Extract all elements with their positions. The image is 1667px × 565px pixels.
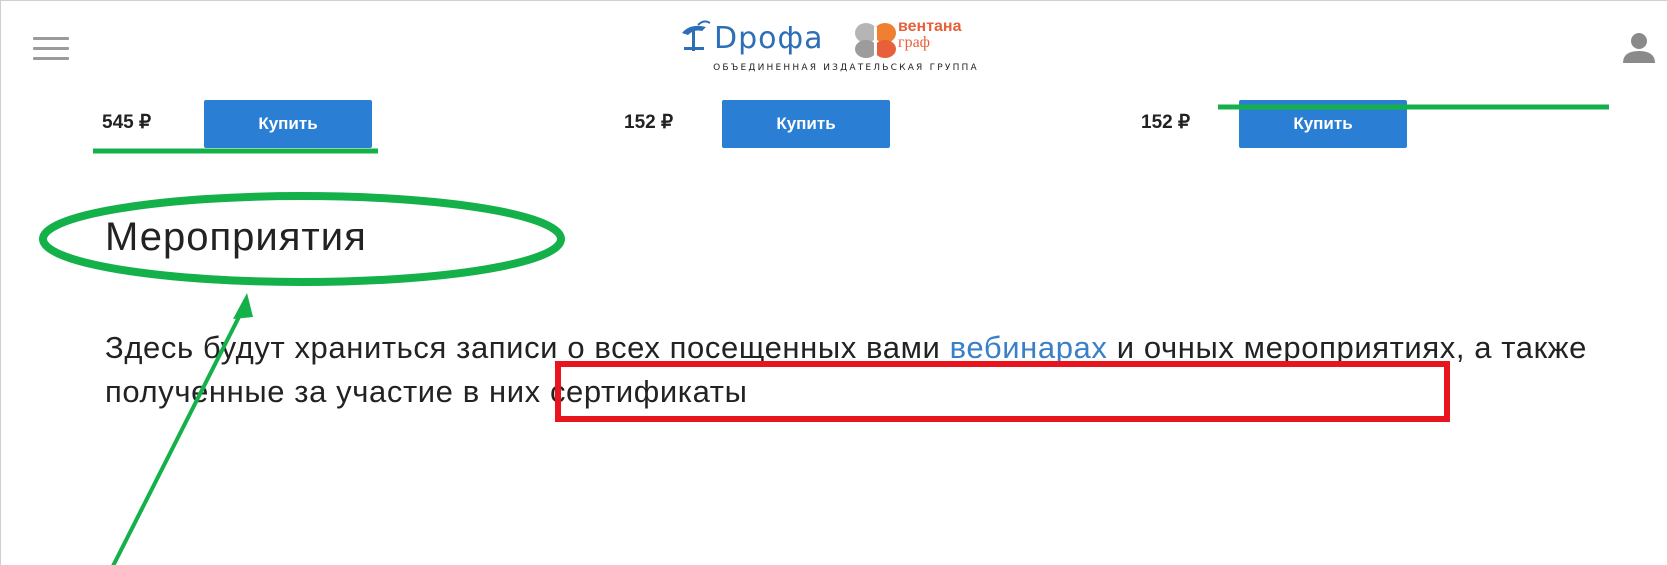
logo-subtitle: ОБЪЕДИНЕННАЯ ИЗДАТЕЛЬСКАЯ ГРУППА — [713, 63, 979, 73]
logo-brand-graf: граф — [898, 34, 931, 51]
buy-button[interactable]: Купить — [1239, 100, 1407, 148]
annotation-arrow-head — [233, 293, 253, 319]
hamburger-menu-icon[interactable] — [33, 37, 69, 63]
description-text: и очных мероприятиях, а также — [1107, 330, 1587, 365]
logo-brand-ventana: вентана — [898, 18, 962, 35]
description-text: Здесь будут храниться записи о всех посе… — [105, 330, 950, 365]
events-description: Здесь будут храниться записи о всех посе… — [105, 326, 1645, 414]
page-title: Мероприятия — [105, 215, 367, 259]
drofa-bird-icon — [682, 20, 711, 51]
product-price: 152 ₽ — [624, 112, 674, 133]
publisher-logo[interactable]: Dpoфa вентана граф ОБЪЕДИНЕННАЯ ИЗДАТЕЛЬ… — [676, 19, 1016, 81]
webinars-link[interactable]: вебинарах — [950, 330, 1108, 365]
page: Dpoфa вентана граф ОБЪЕДИНЕННАЯ ИЗДАТЕЛЬ… — [0, 0, 1667, 565]
buy-button[interactable]: Купить — [722, 100, 890, 148]
annotation-overlay — [39, 104, 1609, 565]
product-price: 152 ₽ — [1141, 112, 1191, 133]
certificates-text: полученные за участие в них сертификаты — [105, 374, 748, 409]
user-account-icon[interactable] — [1619, 29, 1659, 65]
product-price: 545 ₽ — [102, 112, 152, 133]
buy-button[interactable]: Купить — [204, 100, 372, 148]
logo-brand-drofa: Dpoфa — [714, 21, 824, 56]
ventana-butterfly-icon — [855, 23, 896, 58]
